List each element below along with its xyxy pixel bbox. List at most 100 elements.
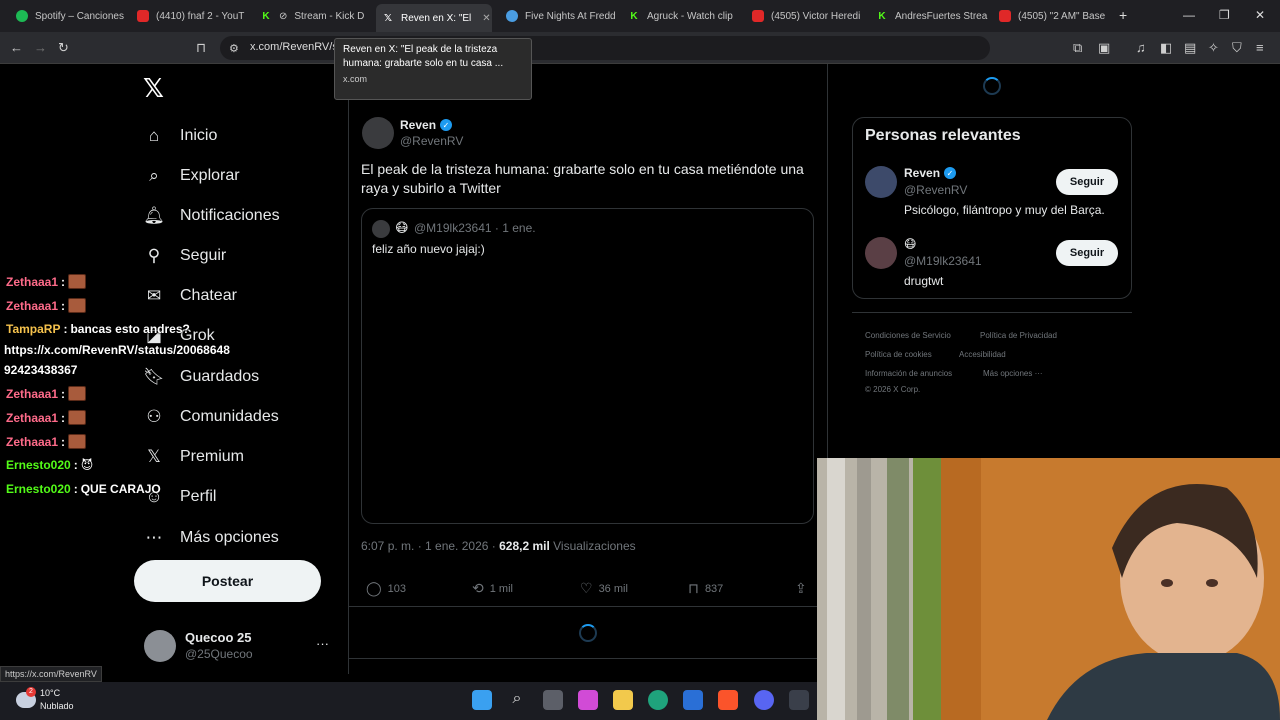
menu-icon[interactable]: ≡ bbox=[1256, 40, 1264, 56]
file-explorer-icon[interactable] bbox=[613, 690, 633, 710]
loading-spinner-icon bbox=[579, 624, 597, 642]
sidebar-icon[interactable]: ◧ bbox=[1160, 40, 1172, 56]
browser-tab[interactable]: K Agruck - Watch clip bbox=[622, 4, 740, 28]
tooltip-host: x.com bbox=[343, 74, 368, 84]
brave-icon[interactable] bbox=[718, 690, 738, 710]
footer-link[interactable]: Política de Privacidad bbox=[980, 331, 1057, 340]
footer-link[interactable]: Información de anuncios bbox=[865, 369, 952, 378]
repost-button[interactable]: ⟲ 1 mil bbox=[472, 580, 513, 597]
relevant-person[interactable]: Reven ✓ @RevenRV Psicólogo, filántropo y … bbox=[865, 166, 1125, 218]
follow-button[interactable]: Seguir bbox=[1056, 240, 1118, 266]
avatar bbox=[865, 166, 897, 198]
url-text: x.com/RevenRV/s bbox=[250, 41, 338, 53]
site-info-icon[interactable]: ⚙ bbox=[229, 41, 239, 57]
nav-item-inicio[interactable]: ⌂ Inicio bbox=[144, 120, 218, 152]
nav-item-más-opciones[interactable]: ⋯ Más opciones bbox=[144, 522, 279, 554]
quote-author-handle: @M19lk23641 · 1 ene. bbox=[414, 221, 536, 235]
nav-item-guardados[interactable]: 🔖︎ Guardados bbox=[143, 361, 259, 393]
status-url: https://x.com/RevenRV bbox=[0, 666, 102, 682]
nav-item-explorar[interactable]: ⌕ Explorar bbox=[144, 160, 239, 192]
fnaf-icon bbox=[506, 10, 518, 22]
post-button[interactable]: Postear bbox=[134, 560, 321, 602]
nav-item-seguir[interactable]: ⚲ Seguir bbox=[144, 240, 226, 272]
close-tab-icon[interactable]: ✕ bbox=[482, 13, 490, 24]
weather-temp: 10°C bbox=[40, 688, 61, 698]
browser-tab-active[interactable]: 𝕏 Reven en X: "El ✕ bbox=[376, 4, 492, 32]
bookmark-page-icon[interactable]: ⊓ bbox=[196, 40, 206, 56]
discord-icon[interactable] bbox=[754, 690, 774, 710]
post-metadata: 6:07 p. m. · 1 ene. 2026 · 628,2 mil Vis… bbox=[361, 539, 636, 553]
browser-tab[interactable]: (4505) Victor Heredi bbox=[746, 4, 864, 28]
leo-icon[interactable]: ✧ bbox=[1208, 40, 1219, 56]
screenshot-icon[interactable]: ▣ bbox=[1098, 40, 1110, 56]
person-bio: drugtwt bbox=[904, 274, 944, 288]
footer-link[interactable]: Condiciones de Servicio bbox=[865, 331, 951, 340]
chat-username: Zethaaa1 bbox=[6, 410, 59, 425]
search-icon: ⌕ bbox=[149, 166, 159, 185]
start-icon[interactable] bbox=[472, 690, 492, 710]
chat-emote-icon bbox=[68, 386, 87, 401]
extensions-icon[interactable]: ⧉ bbox=[1073, 40, 1082, 56]
browser-tab[interactable]: Five Nights At Fredd bbox=[500, 4, 618, 28]
wallet-icon[interactable]: ▤ bbox=[1184, 40, 1196, 56]
like-button[interactable]: ♡ 36 mil bbox=[580, 580, 628, 597]
chat-separator: : bbox=[63, 322, 68, 336]
nav-item-label: Inicio bbox=[180, 127, 218, 144]
post-timestamp[interactable]: 6:07 p. m. · 1 ene. 2026 · bbox=[361, 539, 499, 553]
footer-link[interactable]: Política de cookies bbox=[865, 350, 932, 359]
copilot-icon[interactable] bbox=[578, 690, 598, 710]
chat-text: bancas esto andres? bbox=[70, 322, 190, 336]
nav-item-chatear[interactable]: ✉ Chatear bbox=[144, 280, 237, 312]
nav-item-notificaciones[interactable]: 🔔︎ Notificaciones bbox=[143, 200, 279, 232]
maximize-icon[interactable]: ❐ bbox=[1219, 8, 1230, 22]
bookmark-button[interactable]: ⊓ 837 bbox=[688, 580, 723, 597]
chat-message: Zethaaa1 : bbox=[6, 434, 87, 449]
search-icon[interactable]: ⌕ bbox=[507, 690, 527, 710]
minimize-icon[interactable]: — bbox=[1183, 8, 1195, 22]
youtube-icon bbox=[137, 10, 149, 22]
post-author-avatar[interactable] bbox=[362, 117, 394, 149]
browser-tab[interactable]: (4505) "2 AM" Base bbox=[993, 4, 1111, 28]
nav-item-premium[interactable]: 𝕏 Premium bbox=[144, 441, 244, 473]
browser-tab[interactable]: K ⊘ Stream - Kick D bbox=[254, 4, 372, 28]
chat-separator: : bbox=[61, 298, 66, 313]
forward-icon[interactable]: → bbox=[34, 40, 47, 56]
settings-icon[interactable] bbox=[789, 690, 809, 710]
new-tab-button[interactable]: + bbox=[1119, 7, 1127, 23]
vpn-icon[interactable]: ⛉ bbox=[1232, 40, 1242, 56]
screen: Spotify – Canciones (4410) fnaf 2 - YouT… bbox=[0, 0, 1280, 720]
kick-icon: K bbox=[262, 10, 270, 22]
x-logo-icon[interactable]: 𝕏 bbox=[143, 73, 164, 104]
relevant-person[interactable]: 😷 @M19lk23641 drugtwt Seguir bbox=[865, 237, 1125, 289]
heart-icon: ♡ bbox=[580, 580, 593, 596]
notification-badge: 2 bbox=[26, 687, 36, 697]
quoted-post[interactable]: 😷 @M19lk23641 · 1 ene. feliz año nuevo j… bbox=[361, 208, 814, 524]
media-icon[interactable]: ♫ bbox=[1136, 40, 1146, 56]
share-button[interactable]: ⇪ bbox=[795, 580, 807, 597]
more-icon[interactable]: ··· bbox=[316, 636, 329, 651]
reply-button[interactable]: ◯ 103 bbox=[366, 580, 406, 597]
nav-item-comunidades[interactable]: ⚇ Comunidades bbox=[144, 401, 278, 433]
follow-button[interactable]: Seguir bbox=[1056, 169, 1118, 195]
bell-icon: 🔔︎ bbox=[143, 206, 165, 225]
chat-message: Zethaaa1 : bbox=[6, 298, 87, 313]
close-window-icon[interactable]: ✕ bbox=[1255, 8, 1265, 22]
divider bbox=[348, 64, 349, 674]
reload-icon[interactable]: ↻ bbox=[58, 40, 69, 56]
back-icon[interactable]: ← bbox=[10, 40, 23, 56]
browser-tab[interactable]: (4410) fnaf 2 - YouT bbox=[131, 4, 249, 28]
tooltip-title: Reven en X: "El peak de la tristeza huma… bbox=[343, 44, 504, 69]
account-switcher[interactable]: Quecoo 25 @25Quecoo ··· bbox=[144, 628, 334, 666]
edge-icon[interactable] bbox=[648, 690, 668, 710]
footer-link[interactable]: Accesibilidad bbox=[959, 350, 1006, 359]
browser-tab[interactable]: K AndresFuertes Strea bbox=[870, 4, 988, 28]
task-view-icon[interactable] bbox=[543, 690, 563, 710]
post-author-handle[interactable]: @RevenRV bbox=[400, 134, 463, 148]
footer-link[interactable]: Más opciones ··· bbox=[983, 369, 1043, 378]
chat-username: Ernesto020 bbox=[6, 458, 71, 472]
post-author[interactable]: Reven ✓ bbox=[400, 118, 453, 132]
outlook-icon[interactable] bbox=[683, 690, 703, 710]
browser-tab[interactable]: Spotify – Canciones bbox=[10, 4, 128, 28]
weather-desc: Nublado bbox=[40, 701, 74, 711]
browser-tab-strip: Spotify – Canciones (4410) fnaf 2 - YouT… bbox=[0, 0, 1280, 32]
